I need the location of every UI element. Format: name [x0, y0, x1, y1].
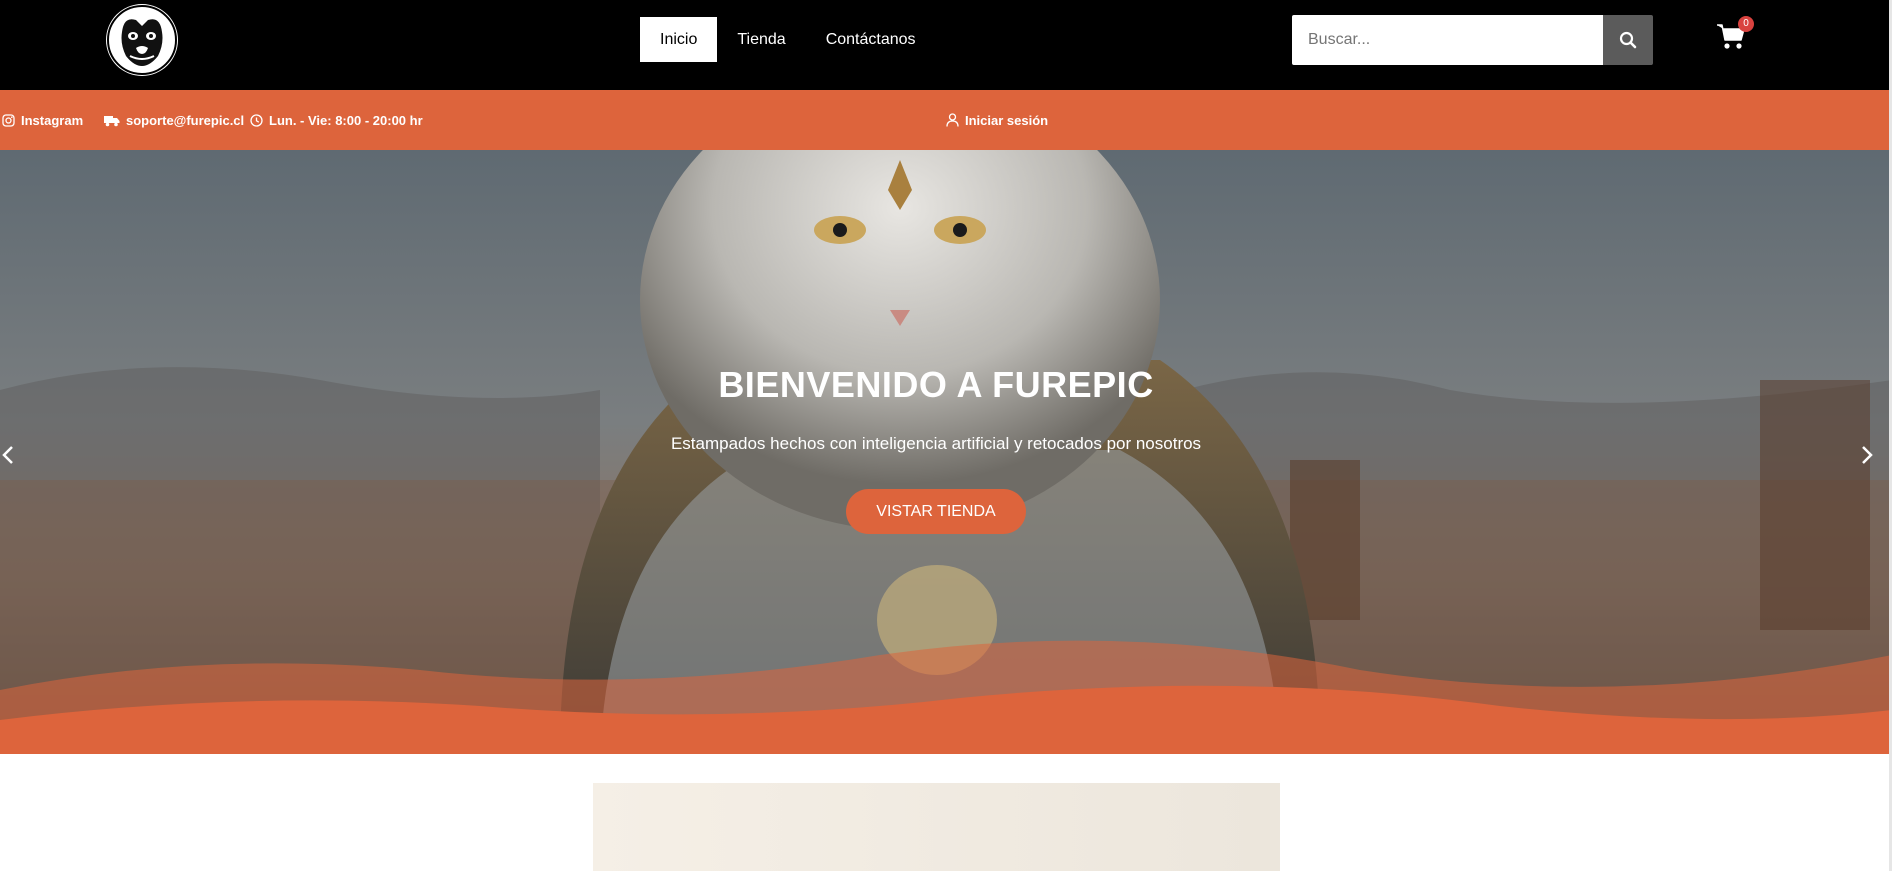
clock-icon: [250, 113, 263, 127]
instagram-icon: [2, 113, 15, 127]
hours-info: Lun. - Vie: 8:00 - 20:00 hr: [250, 90, 423, 150]
search-input[interactable]: [1292, 15, 1603, 65]
user-icon: [946, 113, 959, 127]
nav-contactanos[interactable]: Contáctanos: [806, 17, 936, 62]
search-bar: [1292, 15, 1653, 65]
hero-subtitle: Estampados hechos con inteligencia artif…: [670, 434, 1202, 453]
instagram-label: Instagram: [21, 112, 84, 128]
featured-image-card: [593, 783, 1280, 871]
info-bar: Instagram soporte@furepic.cl Lun. - Vie:…: [0, 90, 1892, 150]
search-icon: [1619, 31, 1637, 49]
hero-title: BIENVENIDO A FUREPIC: [718, 364, 1154, 405]
nav-tienda[interactable]: Tienda: [717, 17, 805, 62]
email-link[interactable]: soporte@furepic.cl: [104, 90, 244, 150]
slider-next-icon[interactable]: [1857, 440, 1877, 470]
slider-prev-icon[interactable]: [0, 440, 20, 470]
main-nav: Inicio Tienda Contáctanos: [640, 17, 936, 62]
email-label: soporte@furepic.cl: [126, 112, 245, 128]
hours-label: Lun. - Vie: 8:00 - 20:00 hr: [269, 112, 423, 128]
hero-slider: BIENVENIDO A FUREPIC Estampados hechos c…: [0, 150, 1892, 754]
nav-inicio[interactable]: Inicio: [640, 17, 718, 62]
cart-count-badge: 0: [1738, 16, 1754, 32]
top-header: Inicio Tienda Contáctanos 0: [0, 0, 1892, 90]
login-label: Iniciar sesión: [965, 112, 1049, 128]
search-button[interactable]: [1603, 15, 1653, 65]
login-link[interactable]: Iniciar sesión: [946, 90, 1048, 150]
cart-button[interactable]: 0: [1715, 16, 1754, 56]
shipping-icon: [104, 115, 120, 126]
instagram-link[interactable]: Instagram: [2, 90, 83, 150]
visit-store-button[interactable]: VISTAR TIENDA: [846, 489, 1026, 534]
bulldog-logo-icon[interactable]: [106, 4, 178, 76]
